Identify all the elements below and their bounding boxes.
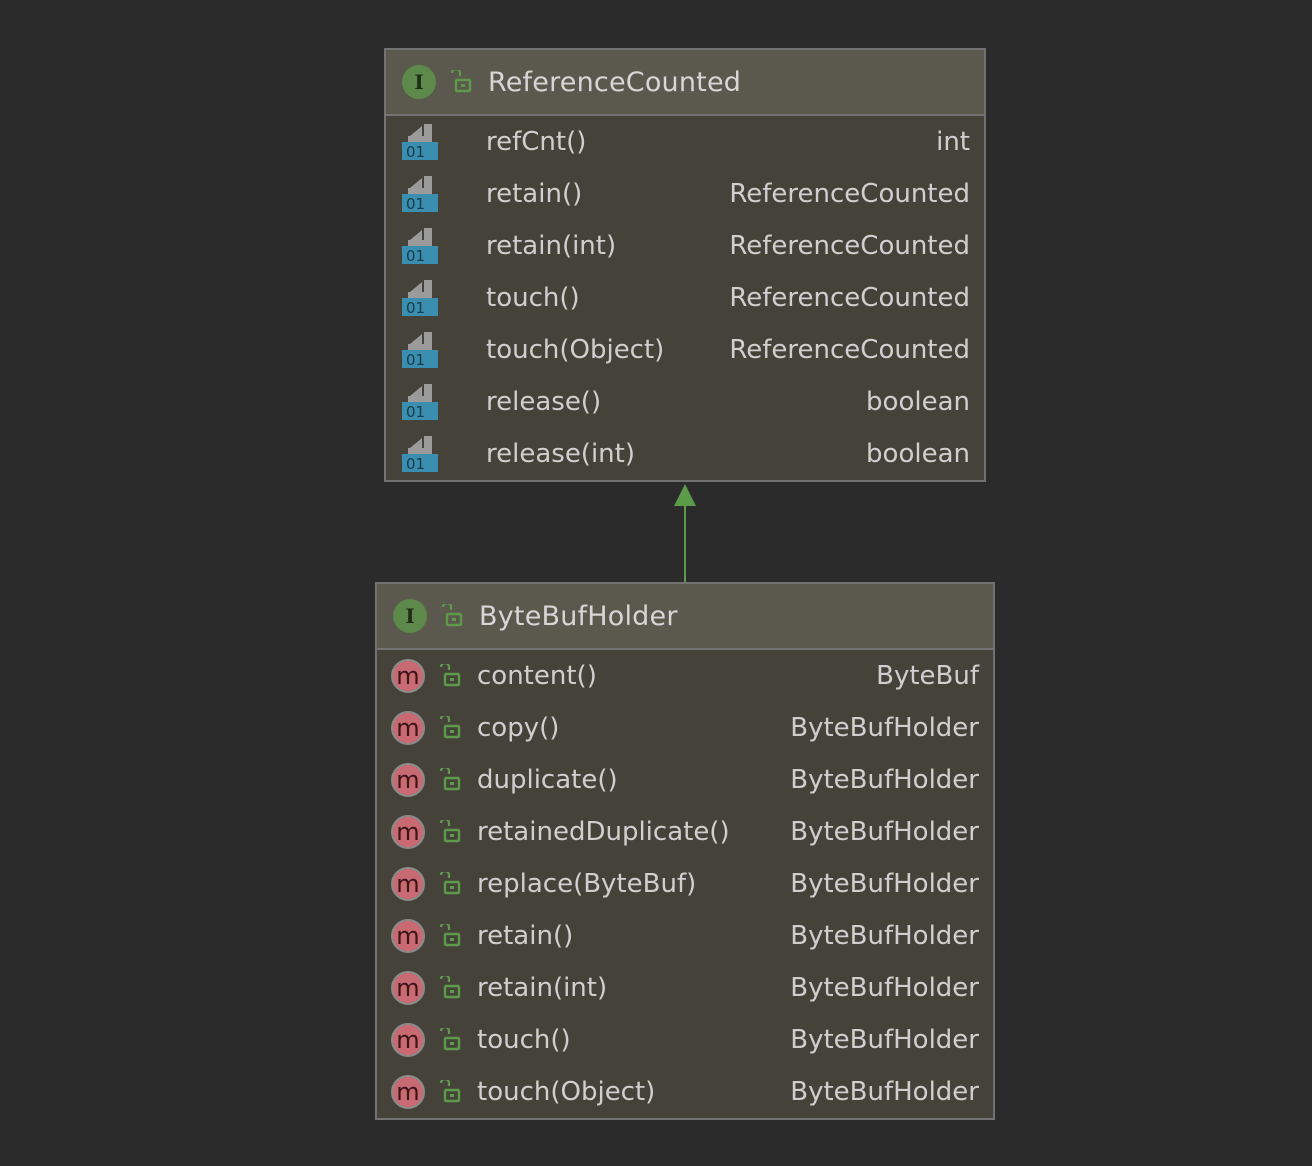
abstract-method-icon-label: 01 <box>406 195 425 213</box>
public-lock-icon <box>439 820 461 843</box>
interface-icon: I <box>402 65 436 99</box>
method-row[interactable]: 01 touch(Object) ReferenceCounted <box>386 324 984 376</box>
method-name: touch(Object) <box>477 1077 656 1107</box>
method-name: copy() <box>477 713 560 743</box>
abstract-method-icon: 01 <box>402 436 438 473</box>
method-name: touch() <box>477 1025 571 1055</box>
method-icon: m <box>391 867 425 901</box>
method-name: retainedDuplicate() <box>477 817 730 847</box>
method-name: release(int) <box>486 439 635 469</box>
public-lock-icon <box>439 976 461 999</box>
method-return-type: ByteBuf <box>876 661 979 691</box>
abstract-method-icon-label: 01 <box>406 143 425 161</box>
abstract-method-icon: 01 <box>402 228 438 265</box>
method-row[interactable]: 01 release() boolean <box>386 376 984 428</box>
method-name: touch() <box>486 283 580 313</box>
abstract-method-icon-label: 01 <box>406 351 425 369</box>
reference-counted-title: ReferenceCounted <box>488 66 742 98</box>
method-return-type: ByteBufHolder <box>790 921 979 951</box>
byte-buf-holder-title: ByteBufHolder <box>479 600 678 632</box>
method-row[interactable]: m retain(int) ByteBufHolder <box>377 962 993 1014</box>
method-row[interactable]: 01 retain(int) ReferenceCounted <box>386 220 984 272</box>
abstract-method-icon-label: 01 <box>406 299 425 317</box>
public-lock-icon <box>439 1080 461 1103</box>
method-return-type: ReferenceCounted <box>729 231 970 261</box>
method-icon: m <box>391 919 425 953</box>
method-return-type: ByteBufHolder <box>790 973 979 1003</box>
public-lock-icon <box>439 924 461 947</box>
abstract-method-icon: 01 <box>402 332 438 369</box>
reference-counted-box[interactable]: I ReferenceCounted 01 refCnt() int 01 retain… <box>384 48 986 482</box>
method-return-type: ByteBufHolder <box>790 817 979 847</box>
method-return-type: ByteBufHolder <box>790 765 979 795</box>
byte-buf-holder-box[interactable]: I ByteBufHolder m content() ByteBuf m copy()… <box>375 582 995 1120</box>
method-icon: m <box>391 971 425 1005</box>
public-lock-icon <box>439 872 461 895</box>
method-icon: m <box>391 1075 425 1109</box>
method-row[interactable]: m touch(Object) ByteBufHolder <box>377 1066 993 1118</box>
method-icon: m <box>391 763 425 797</box>
method-return-type: ByteBufHolder <box>790 1077 979 1107</box>
method-name: replace(ByteBuf) <box>477 869 697 899</box>
method-return-type: ByteBufHolder <box>790 869 979 899</box>
reference-counted-method-list: 01 refCnt() int 01 retain() ReferenceCounted 0… <box>386 116 984 480</box>
method-row[interactable]: m copy() ByteBufHolder <box>377 702 993 754</box>
method-row[interactable]: m content() ByteBuf <box>377 650 993 702</box>
method-icon: m <box>391 1023 425 1057</box>
method-row[interactable]: m replace(ByteBuf) ByteBufHolder <box>377 858 993 910</box>
abstract-method-icon: 01 <box>402 384 438 421</box>
method-name: duplicate() <box>477 765 618 795</box>
abstract-method-icon-label: 01 <box>406 247 425 265</box>
method-return-type: ReferenceCounted <box>729 179 970 209</box>
method-return-type: ReferenceCounted <box>729 335 970 365</box>
method-icon: m <box>391 711 425 745</box>
byte-buf-holder-header[interactable]: I ByteBufHolder <box>377 584 993 650</box>
reference-counted-header[interactable]: I ReferenceCounted <box>386 50 984 116</box>
public-lock-icon <box>439 664 461 687</box>
abstract-method-icon: 01 <box>402 124 438 161</box>
method-icon: m <box>391 815 425 849</box>
method-name: refCnt() <box>486 127 587 157</box>
method-row[interactable]: 01 refCnt() int <box>386 116 984 168</box>
method-icon: m <box>391 659 425 693</box>
method-name: retain() <box>486 179 583 209</box>
method-return-type: boolean <box>866 387 970 417</box>
method-name: content() <box>477 661 597 691</box>
method-return-type: boolean <box>866 439 970 469</box>
public-lock-icon <box>450 70 472 93</box>
method-return-type: int <box>936 127 970 157</box>
method-row[interactable]: m retain() ByteBufHolder <box>377 910 993 962</box>
method-name: retain(int) <box>477 973 608 1003</box>
method-row[interactable]: m touch() ByteBufHolder <box>377 1014 993 1066</box>
public-lock-icon <box>439 768 461 791</box>
method-name: touch(Object) <box>486 335 665 365</box>
method-row[interactable]: 01 touch() ReferenceCounted <box>386 272 984 324</box>
method-row[interactable]: m retainedDuplicate() ByteBufHolder <box>377 806 993 858</box>
method-row[interactable]: m duplicate() ByteBufHolder <box>377 754 993 806</box>
method-row[interactable]: 01 retain() ReferenceCounted <box>386 168 984 220</box>
abstract-method-icon: 01 <box>402 176 438 213</box>
method-return-type: ByteBufHolder <box>790 713 979 743</box>
method-return-type: ByteBufHolder <box>790 1025 979 1055</box>
abstract-method-icon: 01 <box>402 280 438 317</box>
byte-buf-holder-method-list: m content() ByteBuf m copy() ByteBufHolder m du… <box>377 650 993 1118</box>
abstract-method-icon-label: 01 <box>406 455 425 473</box>
method-name: retain(int) <box>486 231 617 261</box>
method-row[interactable]: 01 release(int) boolean <box>386 428 984 480</box>
public-lock-icon <box>439 1028 461 1051</box>
interface-icon: I <box>393 599 427 633</box>
public-lock-icon <box>439 716 461 739</box>
inheritance-arrowhead <box>674 484 696 506</box>
method-name: retain() <box>477 921 574 951</box>
method-return-type: ReferenceCounted <box>729 283 970 313</box>
abstract-method-icon-label: 01 <box>406 403 425 421</box>
method-name: release() <box>486 387 602 417</box>
public-lock-icon <box>441 604 463 627</box>
